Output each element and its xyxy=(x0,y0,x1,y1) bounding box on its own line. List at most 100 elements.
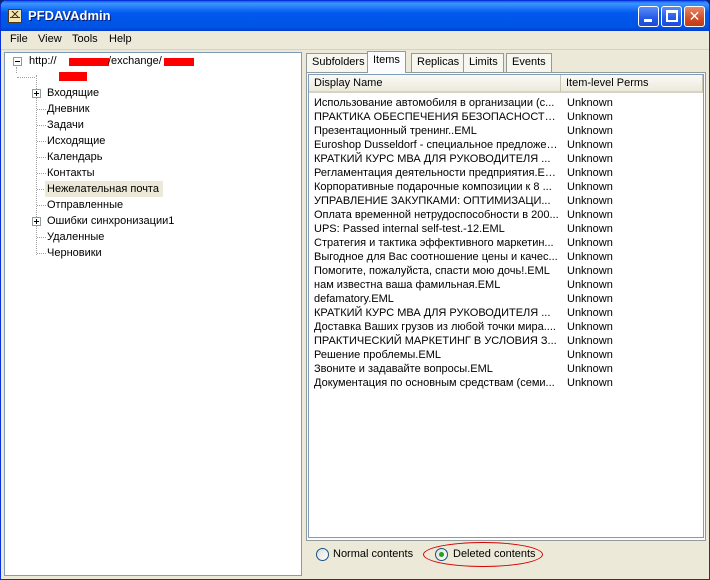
expand-icon[interactable] xyxy=(32,217,41,226)
cell-display-name: Решение проблемы.EML xyxy=(314,349,441,361)
cell-display-name: Презентационный тренинг..EML xyxy=(314,125,477,137)
table-row[interactable]: Решение проблемы.EML Unknown xyxy=(309,348,703,362)
table-row[interactable]: Доставка Ваших грузов из любой точки мир… xyxy=(309,320,703,334)
table-row[interactable]: КРАТКИЙ КУРС МВА ДЛЯ РУКОВОДИТЕЛЯ ... Unk… xyxy=(309,152,703,166)
menu-tools[interactable]: Tools xyxy=(72,33,98,45)
redaction-mark xyxy=(164,58,194,66)
table-row[interactable]: defamatory.EML Unknown xyxy=(309,292,703,306)
table-row[interactable]: Euroshop Dusseldorf - специальное предло… xyxy=(309,138,703,152)
cell-display-name: Регламентация деятельности предприятия.E… xyxy=(314,167,560,179)
collapse-icon[interactable] xyxy=(13,57,22,66)
cell-item-level-perms: Unknown xyxy=(567,363,613,375)
minimize-button[interactable] xyxy=(638,6,659,27)
cell-item-level-perms: Unknown xyxy=(567,321,613,333)
cell-display-name: Документация по основным средствам (семи… xyxy=(314,377,555,389)
cell-item-level-perms: Unknown xyxy=(567,293,613,305)
cell-item-level-perms: Unknown xyxy=(567,335,613,347)
table-row[interactable]: Презентационный тренинг..EML Unknown xyxy=(309,124,703,138)
app-window: PFDAVAdmin ✕ File View Tools Help http:/… xyxy=(0,0,710,580)
table-row[interactable]: Оплата временной нетрудоспособности в 20… xyxy=(309,208,703,222)
annotation-ellipse xyxy=(423,542,543,567)
minimize-icon xyxy=(644,19,652,22)
tab-replicas[interactable]: Replicas xyxy=(411,53,466,72)
cell-display-name: нам известна ваша фамильная.EML xyxy=(314,279,501,291)
cell-item-level-perms: Unknown xyxy=(567,223,613,235)
cell-item-level-perms: Unknown xyxy=(567,279,613,291)
table-row[interactable]: ПРАКТИЧЕСКИЙ МАРКЕТИНГ В УСЛОВИЯ З... Unk… xyxy=(309,334,703,348)
cell-item-level-perms: Unknown xyxy=(567,195,613,207)
cell-display-name: Корпоративные подарочные композиции к 8 … xyxy=(314,181,552,193)
cell-display-name: Выгодное для Вас соотношение цены и каче… xyxy=(314,251,558,263)
cell-display-name: Помогите, пожалуйста, спасти мою дочь!.E… xyxy=(314,265,550,277)
maximize-button[interactable] xyxy=(661,6,682,27)
cell-item-level-perms: Unknown xyxy=(567,377,613,389)
table-row[interactable]: УПРАВЛЕНИЕ ЗАКУПКАМИ: ОПТИМИЗАЦИ... Unkno… xyxy=(309,194,703,208)
cell-item-level-perms: Unknown xyxy=(567,209,613,221)
cell-display-name: Стратегия и тактика эффективного маркети… xyxy=(314,237,554,249)
cell-item-level-perms: Unknown xyxy=(567,265,613,277)
tree-guide xyxy=(16,67,17,73)
table-row[interactable]: Стратегия и тактика эффективного маркети… xyxy=(309,236,703,250)
cell-item-level-perms: Unknown xyxy=(567,237,613,249)
column-header-item-level-perms[interactable]: Item-level Perms xyxy=(561,75,703,93)
tab-limits[interactable]: Limits xyxy=(463,53,504,72)
cell-item-level-perms: Unknown xyxy=(567,181,613,193)
tab-subfolders[interactable]: Subfolders xyxy=(306,53,371,72)
cell-display-name: КРАТКИЙ КУРС МВА ДЛЯ РУКОВОДИТЕЛЯ ... xyxy=(314,307,551,319)
window-title: PFDAVAdmin xyxy=(28,8,111,23)
redaction-mark xyxy=(59,72,87,81)
close-button[interactable]: ✕ xyxy=(684,6,705,27)
cell-item-level-perms: Unknown xyxy=(567,139,613,151)
tree-root-middle: /exchange/ xyxy=(108,55,162,67)
cell-item-level-perms: Unknown xyxy=(567,153,613,165)
cell-item-level-perms: Unknown xyxy=(567,307,613,319)
menu-help[interactable]: Help xyxy=(109,33,132,45)
cell-item-level-perms: Unknown xyxy=(567,111,613,123)
envelope-icon xyxy=(8,9,22,23)
cell-display-name: ПРАКТИКА ОБЕСПЕЧЕНИЯ БЕЗОПАСНОСТИ... xyxy=(314,111,560,123)
table-row[interactable]: нам известна ваша фамильная.EML Unknown xyxy=(309,278,703,292)
cell-display-name: УПРАВЛЕНИЕ ЗАКУПКАМИ: ОПТИМИЗАЦИ... xyxy=(314,195,551,207)
tree-guide xyxy=(36,75,37,255)
cell-display-name: Звоните и задавайте вопросы.EML xyxy=(314,363,493,375)
cell-display-name: defamatory.EML xyxy=(314,293,394,305)
column-header-display-name[interactable]: Display Name xyxy=(309,75,561,93)
menu-view[interactable]: View xyxy=(38,33,62,45)
table-row[interactable]: UPS: Passed internal self-test.-12.EML Un… xyxy=(309,222,703,236)
cell-display-name: Оплата временной нетрудоспособности в 20… xyxy=(314,209,559,221)
tab-items[interactable]: Items xyxy=(367,51,406,73)
normal-contents-radio[interactable] xyxy=(316,548,329,561)
cell-display-name: ПРАКТИЧЕСКИЙ МАРКЕТИНГ В УСЛОВИЯ З... xyxy=(314,335,557,347)
table-row[interactable]: Выгодное для Вас соотношение цены и каче… xyxy=(309,250,703,264)
table-row[interactable]: ПРАКТИКА ОБЕСПЕЧЕНИЯ БЕЗОПАСНОСТИ... Unkn… xyxy=(309,110,703,124)
items-list[interactable]: Display Name Item-level Perms Использова… xyxy=(308,74,704,538)
title-bar[interactable]: PFDAVAdmin ✕ xyxy=(1,1,709,31)
normal-contents-label[interactable]: Normal contents xyxy=(333,548,413,560)
table-row[interactable]: Помогите, пожалуйста, спасти мою дочь!.E… xyxy=(309,264,703,278)
table-row[interactable]: Документация по основным средствам (семи… xyxy=(309,376,703,390)
table-row[interactable]: Корпоративные подарочные композиции к 8 … xyxy=(309,180,703,194)
table-row[interactable]: Звоните и задавайте вопросы.EML Unknown xyxy=(309,362,703,376)
menu-bar: File View Tools Help xyxy=(1,31,709,50)
redaction-mark xyxy=(69,58,109,66)
cell-item-level-perms: Unknown xyxy=(567,349,613,361)
maximize-icon xyxy=(666,10,678,22)
expand-icon[interactable] xyxy=(32,89,41,98)
cell-item-level-perms: Unknown xyxy=(567,251,613,263)
cell-display-name: КРАТКИЙ КУРС МВА ДЛЯ РУКОВОДИТЕЛЯ ... xyxy=(314,153,551,165)
cell-display-name: Использование автомобиля в организации (… xyxy=(314,97,555,109)
cell-item-level-perms: Unknown xyxy=(567,97,613,109)
table-row[interactable]: Использование автомобиля в организации (… xyxy=(309,96,703,110)
tab-events[interactable]: Events xyxy=(506,53,552,72)
cell-item-level-perms: Unknown xyxy=(567,125,613,137)
folder-tree[interactable]: http:// /exchange/ Входящие Дневник Зада… xyxy=(4,52,302,576)
cell-display-name: UPS: Passed internal self-test.-12.EML xyxy=(314,223,505,235)
table-row[interactable]: Регламентация деятельности предприятия.E… xyxy=(309,166,703,180)
table-row[interactable]: КРАТКИЙ КУРС МВА ДЛЯ РУКОВОДИТЕЛЯ ... Unk… xyxy=(309,306,703,320)
menu-file[interactable]: File xyxy=(10,33,28,45)
tree-root-prefix: http:// xyxy=(29,55,57,67)
cell-item-level-perms: Unknown xyxy=(567,167,613,179)
cell-display-name: Euroshop Dusseldorf - специальное предло… xyxy=(314,139,560,151)
tree-item-incoming[interactable]: Входящие xyxy=(5,85,301,101)
cell-display-name: Доставка Ваших грузов из любой точки мир… xyxy=(314,321,556,333)
